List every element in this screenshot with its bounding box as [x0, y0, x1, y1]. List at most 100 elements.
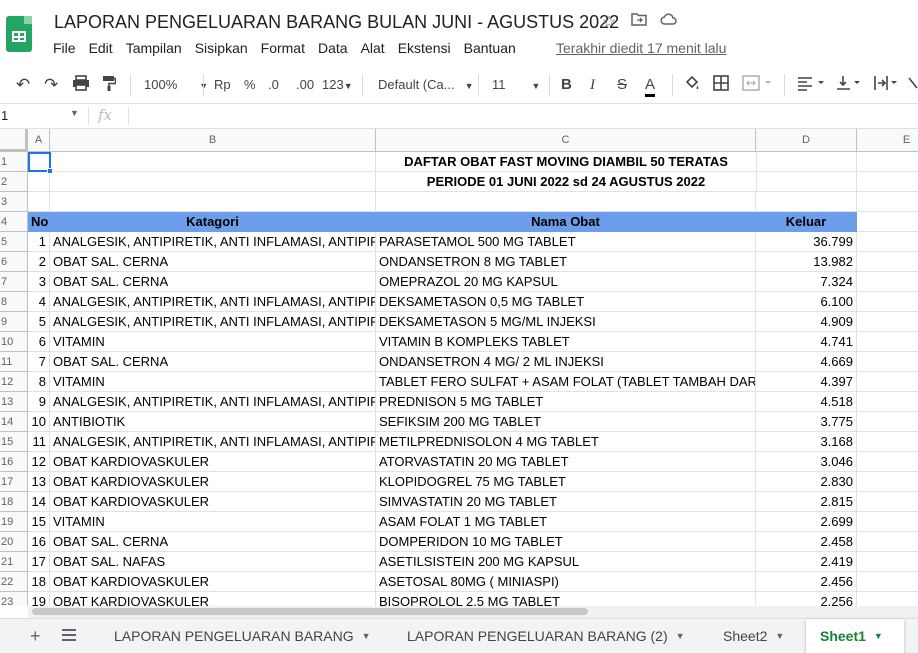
cell-keluar[interactable]: 2.256	[756, 592, 857, 606]
cell-kategori[interactable]: ANALGESIK, ANTIPIRETIK, ANTI INFLAMASI, …	[50, 312, 376, 332]
header-nama-obat[interactable]: Nama Obat	[376, 212, 756, 232]
row-header[interactable]: 6	[0, 252, 28, 272]
sheet-title[interactable]: PERIODE 01 JUNI 2022 sd 24 AGUSTUS 2022	[376, 172, 756, 192]
cell[interactable]	[28, 172, 50, 192]
undo-icon[interactable]: ↶	[16, 75, 30, 95]
menu-format[interactable]: Format	[261, 40, 305, 56]
cell-nama-obat[interactable]: DEKSAMETASON 5 MG/ML INJEKSI	[376, 312, 756, 332]
row-header[interactable]: 1	[0, 152, 28, 172]
sheet-title[interactable]: DAFTAR OBAT FAST MOVING DIAMBIL 50 TERAT…	[376, 152, 756, 172]
vertical-align-icon[interactable]	[836, 75, 866, 95]
cell-no[interactable]: 19	[28, 592, 50, 606]
cell-nama-obat[interactable]: ONDANSETRON 4 MG/ 2 ML INJEKSI	[376, 352, 756, 372]
cell-kategori[interactable]: OBAT SAL. NAFAS	[50, 552, 376, 572]
cell[interactable]	[857, 272, 918, 292]
cell-no[interactable]: 13	[28, 472, 50, 492]
cell-kategori[interactable]: OBAT KARDIOVASKULER	[50, 452, 376, 472]
cloud-status-icon[interactable]	[660, 12, 678, 32]
paint-format-icon[interactable]	[102, 75, 117, 95]
cell[interactable]	[857, 372, 918, 392]
last-edit-link[interactable]: Terakhir diedit 17 menit lalu	[556, 40, 726, 56]
cell-keluar[interactable]: 4.909	[756, 312, 857, 332]
row-header[interactable]: 5	[0, 232, 28, 252]
cell-nama-obat[interactable]: KLOPIDOGREL 75 MG TABLET	[376, 472, 756, 492]
row-header[interactable]: 2	[0, 172, 28, 192]
cell-kategori[interactable]: OBAT SAL. CERNA	[50, 352, 376, 372]
cell-keluar[interactable]: 2.815	[756, 492, 857, 512]
row-header[interactable]: 12	[0, 372, 28, 392]
strikethrough-button[interactable]: S	[617, 75, 627, 95]
chevron-down-icon[interactable]: ▼	[70, 108, 79, 118]
italic-button[interactable]: I	[590, 75, 595, 95]
cell-kategori[interactable]: OBAT KARDIOVASKULER	[50, 572, 376, 592]
row-header[interactable]: 8	[0, 292, 28, 312]
name-box[interactable]: 1	[0, 108, 80, 123]
cell-no[interactable]: 15	[28, 512, 50, 532]
cell-keluar[interactable]: 6.100	[756, 292, 857, 312]
cell-kategori[interactable]: VITAMIN	[50, 512, 376, 532]
cell[interactable]	[857, 572, 918, 592]
cell[interactable]	[756, 192, 857, 212]
sheet-tab-1[interactable]: LAPORAN PENGELUARAN BARANG ▼	[100, 619, 385, 653]
cell-nama-obat[interactable]: ASETOSAL 80MG ( MINIASPI)	[376, 572, 756, 592]
cell[interactable]	[756, 152, 857, 172]
cell[interactable]	[857, 532, 918, 552]
cell-no[interactable]: 4	[28, 292, 50, 312]
menu-help[interactable]: Bantuan	[464, 40, 516, 56]
select-all-corner[interactable]	[0, 129, 28, 152]
column-header-d[interactable]: D	[756, 129, 857, 152]
cell[interactable]	[857, 292, 918, 312]
row-header[interactable]: 19	[0, 512, 28, 532]
cell-nama-obat[interactable]: ASAM FOLAT 1 MG TABLET	[376, 512, 756, 532]
column-header-c[interactable]: C	[376, 129, 756, 152]
cell[interactable]	[857, 472, 918, 492]
cell-no[interactable]: 6	[28, 332, 50, 352]
cell[interactable]	[28, 192, 50, 212]
menu-extensions[interactable]: Ekstensi	[398, 40, 451, 56]
all-sheets-icon[interactable]	[62, 629, 76, 641]
cell-keluar[interactable]: 4.741	[756, 332, 857, 352]
redo-icon[interactable]: ↷	[44, 75, 58, 95]
cell-no[interactable]: 8	[28, 372, 50, 392]
sheet-tab-2[interactable]: LAPORAN PENGELUARAN BARANG (2) ▼	[393, 619, 699, 653]
row-header[interactable]: 3	[0, 192, 28, 212]
cell[interactable]	[857, 452, 918, 472]
cell-no[interactable]: 3	[28, 272, 50, 292]
cell-kategori[interactable]: VITAMIN	[50, 372, 376, 392]
row-header[interactable]: 4	[0, 212, 28, 232]
cell[interactable]	[857, 252, 918, 272]
cell[interactable]	[857, 232, 918, 252]
cell-kategori[interactable]: ANALGESIK, ANTIPIRETIK, ANTI INFLAMASI, …	[50, 232, 376, 252]
cell-keluar[interactable]: 2.830	[756, 472, 857, 492]
cell-nama-obat[interactable]: OMEPRAZOL 20 MG KAPSUL	[376, 272, 756, 292]
cell-keluar[interactable]: 3.046	[756, 452, 857, 472]
cell[interactable]	[857, 552, 918, 572]
cell-kategori[interactable]: OBAT KARDIOVASKULER	[50, 472, 376, 492]
cell-no[interactable]: 17	[28, 552, 50, 572]
cell[interactable]	[50, 192, 376, 212]
cell-no[interactable]: 14	[28, 492, 50, 512]
more-formats-select[interactable]: 123▼	[322, 75, 353, 95]
sheet-tab-4[interactable]: Sheet1 ▼	[806, 619, 904, 653]
cell[interactable]	[857, 352, 918, 372]
cell-no[interactable]: 7	[28, 352, 50, 372]
menu-insert[interactable]: Sisipkan	[195, 40, 248, 56]
cell[interactable]	[857, 212, 918, 232]
cell-keluar[interactable]: 4.518	[756, 392, 857, 412]
cell-kategori[interactable]: OBAT KARDIOVASKULER	[50, 592, 376, 606]
bold-button[interactable]: B	[561, 75, 572, 95]
font-size-select[interactable]: 11 ▼	[492, 75, 540, 95]
header-kategori[interactable]: Katagori	[50, 212, 376, 232]
cell-no[interactable]: 10	[28, 412, 50, 432]
cell-keluar[interactable]: 7.324	[756, 272, 857, 292]
cell[interactable]	[50, 152, 376, 172]
cell-no[interactable]: 18	[28, 572, 50, 592]
cell[interactable]	[857, 312, 918, 332]
currency-format-button[interactable]: Rp	[214, 75, 231, 95]
text-rotation-icon[interactable]	[908, 75, 918, 95]
cell-keluar[interactable]: 3.168	[756, 432, 857, 452]
row-header[interactable]: 16	[0, 452, 28, 472]
cell-kategori[interactable]: OBAT SAL. CERNA	[50, 252, 376, 272]
row-header[interactable]: 13	[0, 392, 28, 412]
cell-nama-obat[interactable]: METILPREDNISOLON 4 MG TABLET	[376, 432, 756, 452]
